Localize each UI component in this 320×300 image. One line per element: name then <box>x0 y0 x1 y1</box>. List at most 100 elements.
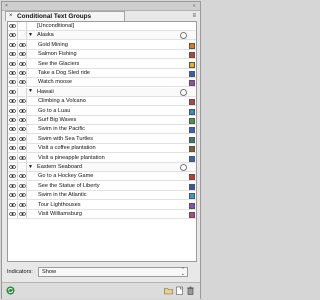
condition-visibility-icon[interactable] <box>18 40 27 49</box>
close-tab-icon[interactable]: × <box>9 13 13 20</box>
color-swatch <box>189 61 195 68</box>
sync-icon[interactable] <box>6 286 15 295</box>
color-swatch <box>189 127 195 134</box>
condition-visibility-icon[interactable] <box>18 200 27 209</box>
condition-row[interactable]: Climbing a Volcano <box>8 97 196 107</box>
condition-visibility-icon[interactable] <box>18 106 27 115</box>
condition-visibility-icon[interactable] <box>18 163 27 171</box>
condition-visibility-icon[interactable] <box>18 191 27 200</box>
eye-icon[interactable] <box>8 153 18 162</box>
eye-icon[interactable] <box>8 59 18 68</box>
color-swatch <box>189 71 195 77</box>
condition-visibility-icon[interactable] <box>18 59 27 68</box>
group-radio-button[interactable] <box>180 32 187 40</box>
condition-row[interactable]: Take a Dog Sled ride <box>8 69 196 78</box>
eye-icon[interactable] <box>8 125 18 134</box>
conditions-list: [Unconditional] ▼ Alaska Gold Mining Salmon … <box>7 21 197 262</box>
condition-row[interactable]: Go to a Hockey Game <box>8 172 196 182</box>
eye-icon[interactable] <box>8 50 18 59</box>
eye-icon[interactable] <box>8 191 18 200</box>
eye-icon[interactable] <box>8 163 18 171</box>
trash-icon[interactable] <box>186 286 195 295</box>
group-radio-button[interactable] <box>180 88 187 96</box>
disclosure-triangle-icon[interactable]: ▼ <box>28 89 33 94</box>
disclosure-triangle-icon[interactable]: ▼ <box>28 32 33 38</box>
collapse-panel-icon[interactable]: « <box>193 3 196 9</box>
eye-icon[interactable] <box>8 200 18 209</box>
group-row[interactable]: ▼ Hawaii <box>8 87 196 97</box>
eye-icon[interactable] <box>8 87 18 96</box>
condition-row[interactable]: Watch moose <box>8 78 196 88</box>
condition-visibility-icon[interactable] <box>18 78 27 87</box>
condition-visibility-icon[interactable] <box>18 69 27 77</box>
eye-icon[interactable] <box>8 181 18 190</box>
eye-icon[interactable] <box>8 116 18 124</box>
condition-visibility-icon[interactable] <box>18 144 27 153</box>
eye-icon[interactable] <box>8 22 18 30</box>
condition-label: Swim in the Atlantic <box>38 192 87 199</box>
chevron-updown-icon: ⌃ ⌄ <box>180 267 185 277</box>
conditional-text-panel: × « × Conditional Text Groups ≡ [Uncondi… <box>1 1 201 299</box>
condition-visibility-icon[interactable] <box>18 172 27 181</box>
panel-footer <box>2 282 200 299</box>
condition-row[interactable]: Visit Williamsburg <box>8 210 196 219</box>
eye-icon[interactable] <box>8 40 18 49</box>
condition-row[interactable]: Swim in the Pacific <box>8 125 196 135</box>
condition-visibility-icon[interactable] <box>18 210 27 218</box>
condition-visibility-icon[interactable] <box>18 31 27 40</box>
condition-row[interactable]: Tour Lighthouses <box>8 200 196 210</box>
condition-visibility-icon[interactable] <box>18 125 27 134</box>
panel-menu-icon[interactable]: ≡ <box>192 13 196 19</box>
condition-visibility-icon[interactable] <box>18 87 27 96</box>
close-panel-icon[interactable]: × <box>5 3 8 9</box>
color-swatch <box>189 108 195 115</box>
group-row[interactable]: ▼ Eastern Seaboard <box>8 163 196 172</box>
indicators-value: Show <box>42 269 56 275</box>
color-swatch <box>189 202 195 209</box>
condition-row[interactable]: Gold Mining <box>8 40 196 50</box>
eye-icon[interactable] <box>8 97 18 106</box>
eye-icon[interactable] <box>8 134 18 143</box>
color-swatch <box>189 174 195 181</box>
condition-visibility-icon[interactable] <box>18 153 27 162</box>
tab-conditional-text-groups[interactable]: × Conditional Text Groups <box>5 11 125 21</box>
new-page-icon[interactable] <box>175 286 184 295</box>
eye-icon[interactable] <box>8 31 18 40</box>
condition-visibility-icon[interactable] <box>18 116 27 124</box>
eye-icon[interactable] <box>8 172 18 181</box>
condition-row[interactable]: Visit a coffee plantation <box>8 144 196 154</box>
condition-row[interactable]: See the Glaciers <box>8 59 196 69</box>
group-row[interactable]: ▼ Alaska <box>8 31 196 41</box>
disclosure-triangle-icon[interactable]: ▼ <box>28 164 33 170</box>
condition-visibility-icon[interactable] <box>18 22 27 30</box>
eye-icon[interactable] <box>8 106 18 115</box>
condition-row[interactable]: Swim with Sea Turtles <box>8 134 196 144</box>
color-swatch <box>189 212 195 218</box>
condition-label: Surf Big Waves <box>38 117 77 123</box>
condition-visibility-icon[interactable] <box>18 134 27 143</box>
group-radio-button[interactable] <box>180 164 187 171</box>
condition-visibility-icon[interactable] <box>18 50 27 59</box>
condition-label: Visit Williamsburg <box>38 211 83 217</box>
eye-icon[interactable] <box>8 69 18 77</box>
color-swatch <box>189 136 195 143</box>
condition-label: Climbing a Volcano <box>38 98 86 105</box>
condition-visibility-icon[interactable] <box>18 97 27 106</box>
eye-icon[interactable] <box>8 210 18 218</box>
condition-label: Watch moose <box>38 79 72 86</box>
color-swatch <box>189 183 195 190</box>
color-swatch <box>189 42 195 49</box>
condition-row[interactable]: [Unconditional] <box>8 22 196 31</box>
color-swatch <box>189 52 195 59</box>
condition-row[interactable]: Swim in the Atlantic <box>8 191 196 201</box>
eye-icon[interactable] <box>8 144 18 153</box>
condition-row[interactable]: See the Statue of Liberty <box>8 181 196 191</box>
new-folder-icon[interactable] <box>164 286 173 295</box>
condition-row[interactable]: Salmon Fishing <box>8 50 196 60</box>
condition-visibility-icon[interactable] <box>18 181 27 190</box>
condition-row[interactable]: Go to a Luau <box>8 106 196 116</box>
condition-row[interactable]: Surf Big Waves <box>8 116 196 125</box>
indicators-select[interactable]: Show ⌃ ⌄ <box>38 267 188 277</box>
condition-row[interactable]: Visit a pineapple plantation <box>8 153 196 163</box>
eye-icon[interactable] <box>8 78 18 87</box>
